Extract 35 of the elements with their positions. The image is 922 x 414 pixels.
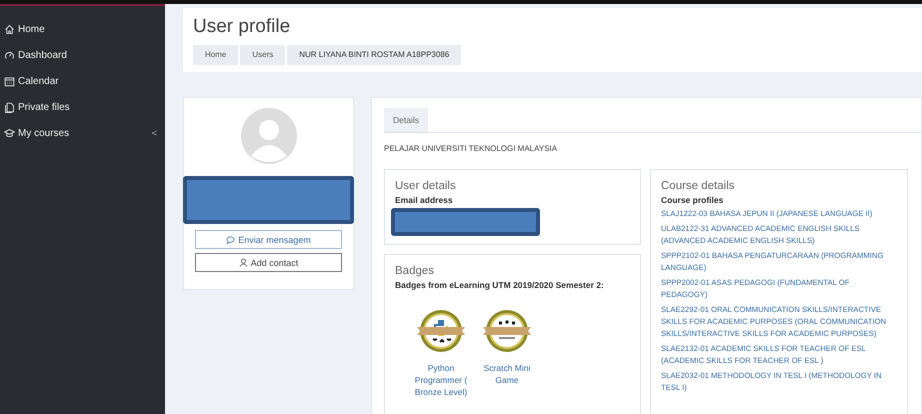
tab[interactable]: Details — [384, 108, 428, 132]
card-title: Course details — [661, 180, 736, 192]
sidebar-item[interactable]: Private files — [0, 94, 165, 120]
sidebar-label: Private files — [18, 102, 71, 112]
course-profiles-label: Course profiles — [661, 195, 724, 205]
breadcrumb-item[interactable]: Users — [240, 45, 288, 65]
badge-link[interactable]: Python Programmer ( Bronze Level) — [411, 362, 471, 398]
sidebar-label: Home — [18, 24, 46, 34]
card-title: User details — [395, 180, 457, 192]
breadcrumb-item[interactable]: NUR LIYANA BINTI ROSTAM A18PP3086 — [287, 45, 462, 65]
sidebar-item[interactable]: Home — [0, 16, 165, 42]
sidebar-label: My courses — [18, 128, 70, 138]
calendar-icon — [4, 76, 15, 86]
sidebar-item[interactable]: Dashboard — [0, 42, 165, 68]
breadcrumb-item[interactable]: Home — [193, 45, 240, 65]
avatar-icon — [240, 108, 296, 164]
badges-subtitle: Badges from eLearning UTM 2019/2020 Semester 2: — [395, 280, 605, 290]
caret-icon[interactable]: < — [152, 128, 157, 138]
sidebar-item[interactable]: My courses < — [0, 120, 165, 146]
speech-bubble-icon — [226, 235, 236, 244]
user-icon — [238, 258, 248, 267]
page-title: User profile — [193, 16, 292, 38]
gauge-icon — [4, 50, 15, 60]
graduation-cap-icon — [4, 128, 15, 138]
sidebar-label: Dashboard — [18, 50, 68, 60]
message-button[interactable]: Enviar mensagem — [195, 230, 342, 249]
sidebar-label: Calendar — [18, 76, 60, 86]
contact-button[interactable]: Add contact — [195, 253, 342, 272]
field-label: Email address — [395, 195, 454, 205]
home-icon — [4, 24, 15, 34]
badge-link[interactable]: Scratch Mini Game — [477, 362, 537, 386]
card-title: Badges — [395, 265, 436, 277]
sidebar-item[interactable]: Calendar — [0, 68, 165, 94]
files-icon — [4, 102, 15, 112]
description: PELAJAR UNIVERSITI TEKNOLOGI MALAYSIA — [384, 144, 558, 153]
